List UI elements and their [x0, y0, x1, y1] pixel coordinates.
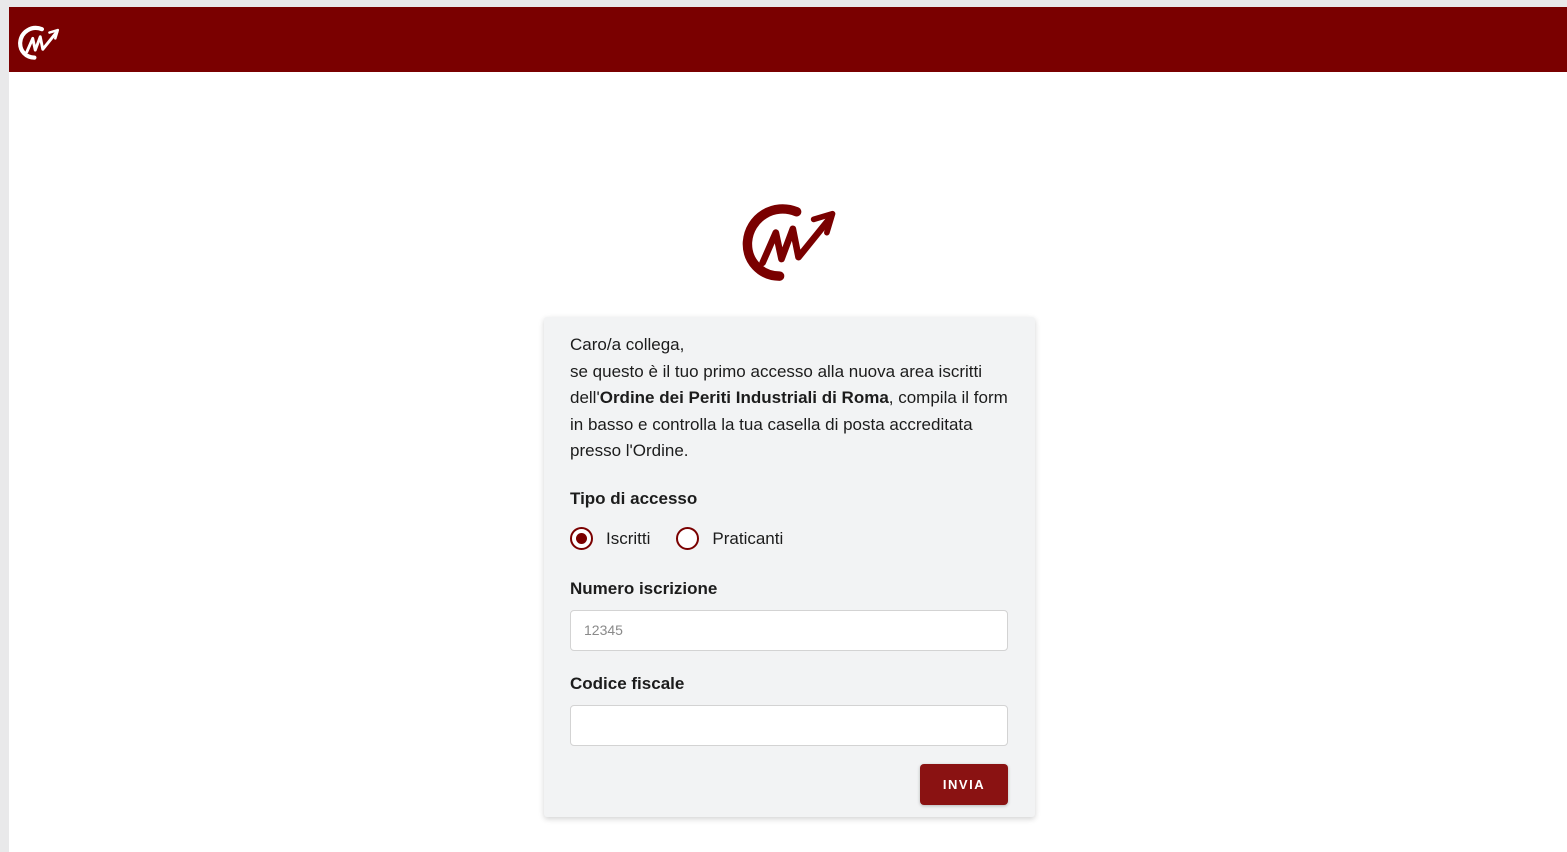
greeting-text: Caro/a collega, — [570, 335, 685, 354]
radio-praticanti-label[interactable]: Praticanti — [712, 529, 783, 549]
top-bar — [9, 7, 1567, 72]
registration-number-label: Numero iscrizione — [570, 578, 718, 598]
registration-number-input[interactable] — [570, 609, 1008, 651]
radio-praticanti-circle[interactable] — [676, 527, 700, 550]
radio-iscritti-label[interactable]: Iscritti — [606, 529, 650, 549]
ordine-periti-logo-icon — [742, 204, 836, 281]
radio-iscritti[interactable]: Iscritti — [570, 527, 650, 550]
order-name: Ordine dei Periti Industriali di Roma — [599, 388, 889, 407]
page: Caro/a collega, se questo è il tuo primo… — [9, 7, 1567, 852]
first-access-card: Caro/a collega, se questo è il tuo primo… — [544, 317, 1035, 817]
access-type-radio-group: Iscritti Praticanti — [570, 525, 1009, 553]
tax-code-label: Codice fiscale — [570, 673, 685, 693]
button-row: INVIA — [570, 763, 1008, 805]
access-type-label: Tipo di accesso — [570, 488, 698, 508]
radio-iscritti-circle[interactable] — [570, 527, 593, 550]
radio-selected-dot — [576, 533, 587, 544]
ordine-periti-logo-icon[interactable] — [16, 24, 62, 62]
submit-button[interactable]: INVIA — [920, 763, 1008, 805]
intro-text: Caro/a collega, se questo è il tuo primo… — [570, 332, 1010, 465]
tax-code-input[interactable] — [570, 704, 1008, 746]
radio-praticanti[interactable]: Praticanti — [676, 527, 783, 550]
